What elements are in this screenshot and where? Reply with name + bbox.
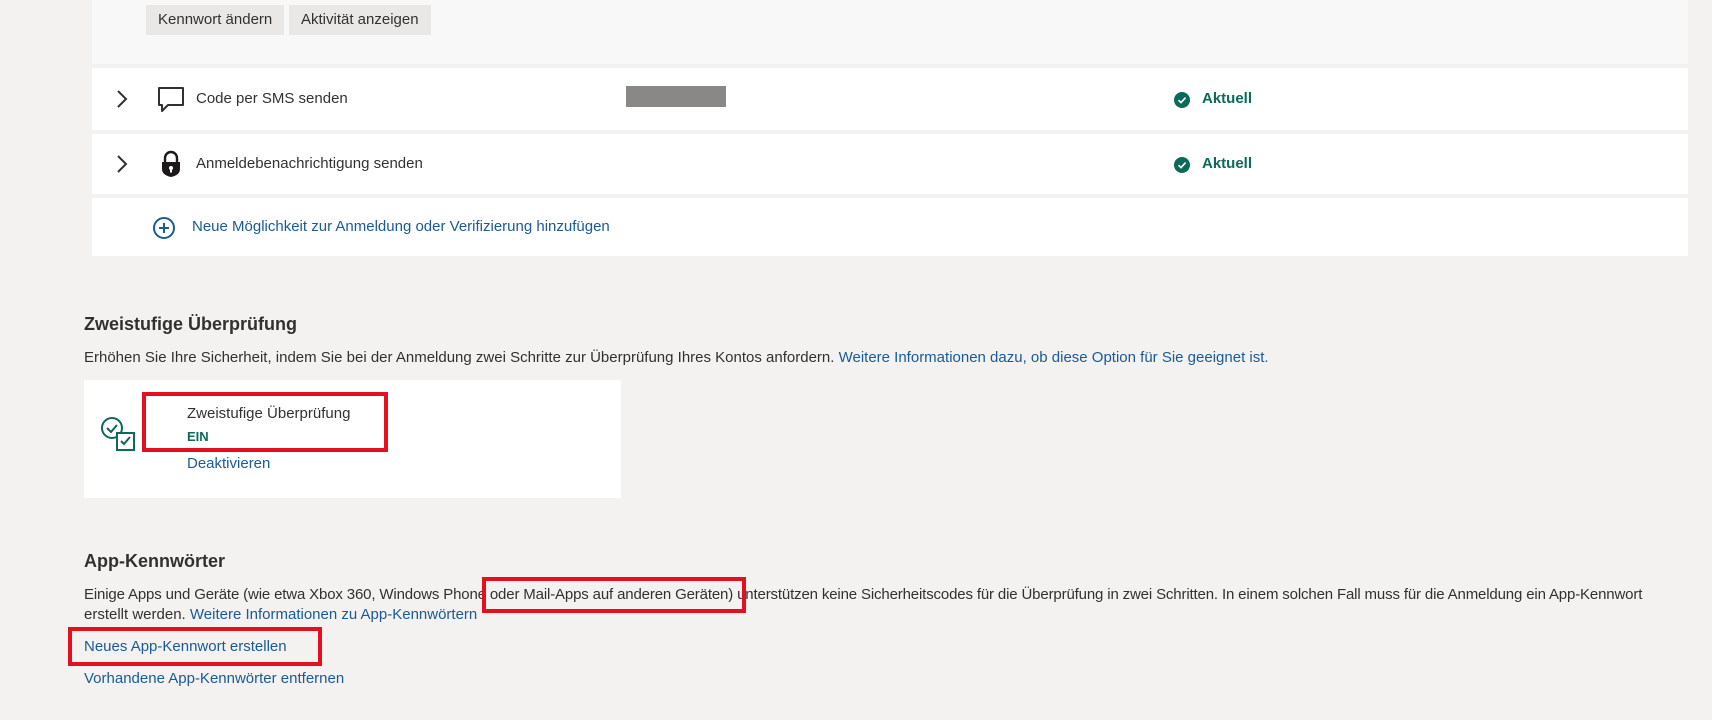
deactivate-link[interactable]: Deaktivieren [187,455,270,472]
add-circle-icon[interactable] [152,216,176,240]
highlight-box-mail-apps [482,577,746,613]
app-passwords-description: Einige Apps und Geräte (wie etwa Xbox 36… [84,586,1643,603]
remove-app-passwords-link[interactable]: Vorhandene App-Kennwörter entfernen [84,670,344,687]
app-passwords-learn-more-link[interactable]: Weitere Informationen zu App-Kennwörtern [190,606,477,623]
status-label: Aktuell [1202,90,1253,107]
two-step-heading: Zweistufige Überprüfung [84,314,297,334]
chevron-right-icon[interactable] [112,89,132,109]
redacted-phone-number [626,86,726,107]
app-passwords-description-end: erstellt werden. [84,606,186,623]
highlight-box-create-app-password [68,627,322,666]
method-row-notification[interactable]: Anmeldebenachrichtigung senden Aktuell [92,134,1688,194]
status-current: Aktuell [1174,90,1294,110]
add-method-link[interactable]: Neue Möglichkeit zur Anmeldung oder Veri… [192,218,610,235]
method-label: Anmeldebenachrichtigung senden [196,155,423,172]
account-security-panel: Kennwort ändern Aktivität anzeigen [92,0,1688,64]
check-circle-icon [1174,92,1190,108]
method-label: Code per SMS senden [196,90,348,107]
verification-check-icon [101,417,135,451]
two-step-learn-more-link[interactable]: Weitere Informationen dazu, ob diese Opt… [839,349,1269,366]
check-circle-icon [1174,157,1190,173]
method-row-sms[interactable]: Code per SMS senden Aktuell [92,68,1688,130]
chevron-right-icon[interactable] [112,154,132,174]
highlight-box-two-step-status [142,392,388,452]
app-passwords-heading: App-Kennwörter [84,551,225,571]
chat-bubble-icon [158,87,184,112]
two-step-description-text: Erhöhen Sie Ihre Sicherheit, indem Sie b… [84,349,835,366]
lock-shield-icon [162,150,180,177]
add-method-row: Neue Möglichkeit zur Anmeldung oder Veri… [92,198,1688,256]
change-password-button[interactable]: Kennwort ändern [146,5,285,35]
two-step-description: Erhöhen Sie Ihre Sicherheit, indem Sie b… [84,349,1269,366]
status-current: Aktuell [1174,155,1294,175]
view-activity-button[interactable]: Aktivität anzeigen [289,5,431,35]
app-passwords-description-cont: erstellt werden. Weitere Informationen z… [84,606,477,623]
status-label: Aktuell [1202,155,1253,172]
